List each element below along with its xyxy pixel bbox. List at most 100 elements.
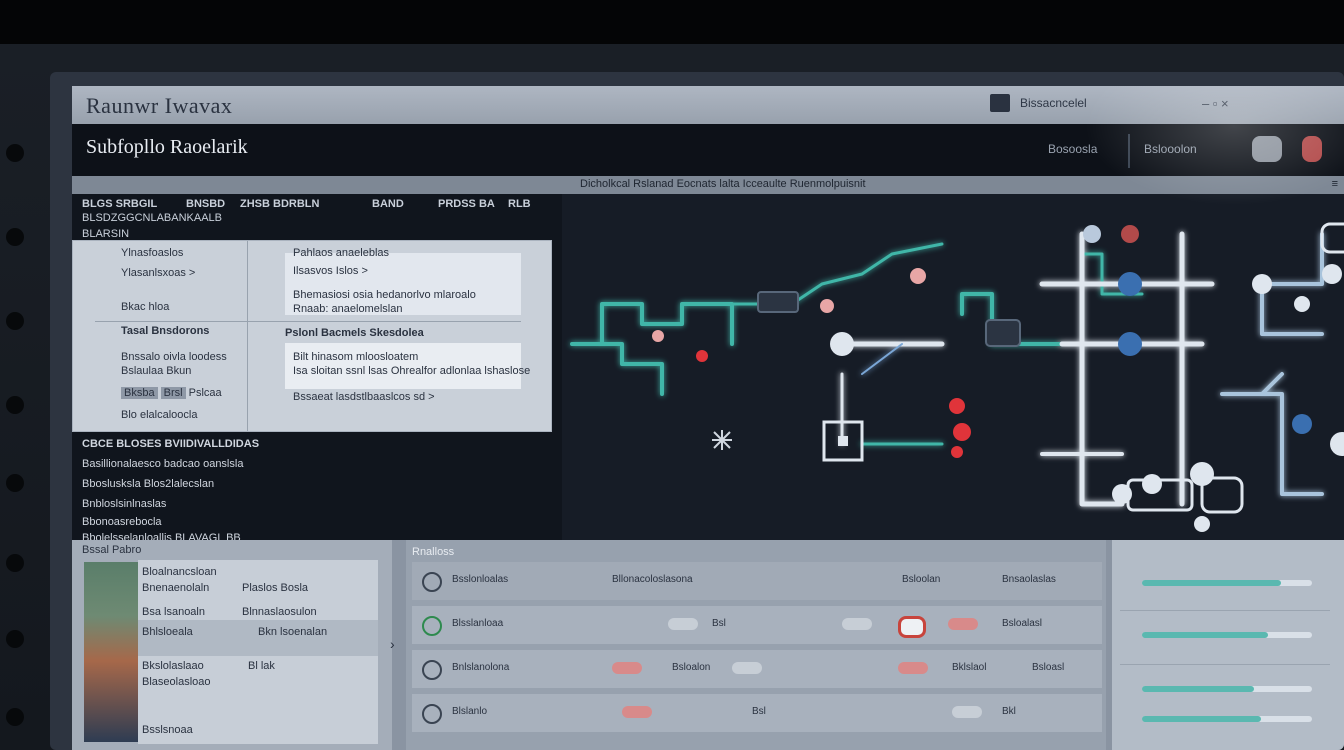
server-node[interactable]	[1142, 474, 1162, 494]
list-item[interactable]: Ylasanlsxoas >	[121, 267, 195, 279]
table-cell: Bsl	[752, 706, 766, 717]
list-item[interactable]: Rnaab: anaelomelslan	[293, 303, 402, 315]
alert-toggle[interactable]	[898, 616, 926, 638]
list-item[interactable]: Basillionalaesco badcao oanslsla	[82, 458, 243, 470]
warning-node[interactable]	[820, 299, 834, 313]
list-item[interactable]: Ilsasvos Islos >	[293, 265, 368, 277]
toggle-pill[interactable]	[732, 662, 762, 674]
list-item[interactable]: Bnbloslsinlnaslas	[82, 498, 166, 510]
list-item[interactable]: Plaslos Bosla	[242, 582, 308, 594]
header-bar: Subfopllo Raoelarik Bosoosla Bslooolon	[72, 124, 1344, 176]
alert-pill[interactable]	[898, 662, 928, 674]
list-item[interactable]: Isa sloitan ssnl lsas Ohrealfor adlonlaa…	[293, 365, 530, 377]
list-item[interactable]: Bssaeat lasdstlbaaslcos sd >	[293, 391, 435, 403]
warning-node[interactable]	[652, 330, 664, 342]
list-item[interactable]: Bhlsloeala	[142, 626, 193, 638]
list-item[interactable]: Bkac hloa	[121, 301, 169, 313]
table-cell: Blsslanloaa	[452, 618, 504, 629]
event-list: CBCE BLOSES BVIIDIVALLDIDAS Basillionala…	[72, 432, 562, 544]
user-avatar-icon[interactable]	[1252, 136, 1282, 162]
list-item[interactable]: Bnenaenolaln	[142, 582, 209, 594]
server-node[interactable]	[1118, 272, 1142, 296]
list-item[interactable]: Ylnasfoaslos	[121, 247, 183, 259]
header-action-1[interactable]: Bosoosla	[1048, 142, 1097, 156]
bezel-hole	[6, 554, 24, 572]
status-badge: Bl lak	[248, 660, 275, 672]
server-node[interactable]	[1322, 264, 1342, 284]
server-node[interactable]	[1118, 332, 1142, 356]
device-node[interactable]	[757, 291, 799, 313]
node-group	[652, 222, 1344, 532]
list-item[interactable]: Bboslusksla Blos2lalecslan	[82, 478, 214, 490]
header-action-2[interactable]: Bslooolon	[1144, 142, 1197, 156]
table-cell: Bsslonloalas	[452, 574, 509, 585]
divider	[95, 321, 521, 322]
list-item[interactable]: Bnssalo oivla loodess	[121, 351, 227, 363]
list-item[interactable]: Bloalnancsloan	[142, 566, 217, 578]
table-cell: Blslanlo	[452, 706, 488, 717]
list-item[interactable]: Blnnaslaosulon	[242, 606, 317, 618]
alert-pill[interactable]	[948, 618, 978, 630]
list-item[interactable]: Bsa lsanoaln	[142, 606, 205, 618]
chevron-right-icon[interactable]: ›	[390, 636, 395, 652]
alert-node[interactable]	[696, 350, 708, 362]
breadcrumb-menu-icon[interactable]: ≡	[1332, 178, 1338, 190]
network-diagram[interactable]	[562, 194, 1344, 540]
server-node[interactable]	[1083, 225, 1101, 243]
slider-fill	[1142, 580, 1282, 586]
network-diagram-canvas	[570, 222, 1344, 532]
list-item[interactable]: Blo elalcaloocla	[121, 409, 197, 421]
breadcrumb[interactable]: Dicholkcal Rslanad Eocnats lalta Icceaul…	[580, 178, 866, 190]
metric-slider[interactable]	[1142, 632, 1312, 638]
metric-slider[interactable]	[1142, 580, 1312, 586]
list-item[interactable]: Bkn lsoenalan	[258, 626, 327, 638]
table-cell: Bkl	[1002, 706, 1016, 717]
table-row[interactable]: Bnlslanolona Bsloalon Bklslaol Bsloasl	[412, 650, 1102, 688]
server-node[interactable]	[1252, 274, 1272, 294]
server-node[interactable]	[1330, 432, 1344, 456]
alert-node[interactable]	[953, 423, 971, 441]
server-node[interactable]	[1121, 225, 1139, 243]
list-item[interactable]: Bilt hinasom mloosloatem	[293, 351, 418, 363]
cluster-node[interactable]	[712, 430, 732, 450]
list-item[interactable]: Bsslsnoaa	[142, 724, 193, 736]
background-dark	[0, 0, 1344, 48]
alert-pill[interactable]	[612, 662, 642, 674]
toggle-pill[interactable]	[668, 618, 698, 630]
server-node[interactable]	[1292, 414, 1312, 434]
slider-fill	[1142, 686, 1255, 692]
table-row[interactable]: Bsslonloalas Bllonacoloslasona Bsloolan …	[412, 562, 1102, 600]
list-item[interactable]: Pahlaos anaeleblas	[293, 247, 389, 259]
toggle-pill[interactable]	[842, 618, 872, 630]
list-item[interactable]: Bkslolaslaao	[142, 660, 204, 672]
list-item[interactable]: Bbonoasrebocla	[82, 516, 162, 528]
server-node[interactable]	[1194, 516, 1210, 532]
header-divider	[1128, 134, 1130, 168]
bezel-hole	[6, 708, 24, 726]
table-row[interactable]: Blsslanloaa Bsl Bsloalasl	[412, 606, 1102, 644]
alert-node[interactable]	[949, 398, 965, 414]
toggle-pill[interactable]	[952, 706, 982, 718]
app-window: Raunwr Iwavax Bissacncelel – ▫ × Subfopl…	[72, 86, 1344, 750]
bezel-hole	[6, 144, 24, 162]
table-row[interactable]: Blslanlo Bsl Bkl	[412, 694, 1102, 732]
list-item[interactable]: Bslaulaa Bkun	[121, 365, 191, 377]
window-icon[interactable]	[990, 94, 1010, 112]
tag-chip[interactable]: Bksba	[121, 387, 158, 399]
list-item[interactable]: Blaseolasloao	[142, 676, 211, 688]
metric-slider[interactable]	[1142, 716, 1312, 722]
tag-chip[interactable]: Brsl	[160, 387, 186, 399]
device-node[interactable]	[985, 319, 1021, 347]
list-item[interactable]: Bhemasiosi osia hedanorlvo mlaroalo	[293, 289, 476, 301]
warning-node[interactable]	[910, 268, 926, 284]
storage-node[interactable]	[1320, 222, 1344, 254]
title-tab-text[interactable]: Bissacncelel	[1020, 96, 1087, 110]
metric-slider[interactable]	[1142, 686, 1312, 692]
window-controls[interactable]: – ▫ ×	[1202, 96, 1229, 111]
alert-pill[interactable]	[622, 706, 652, 718]
alert-node[interactable]	[951, 446, 963, 458]
alert-icon[interactable]	[1302, 136, 1322, 162]
server-node[interactable]	[1294, 296, 1310, 312]
photo-scene: Raunwr Iwavax Bissacncelel – ▫ × Subfopl…	[0, 0, 1344, 750]
router-node[interactable]	[830, 332, 854, 356]
